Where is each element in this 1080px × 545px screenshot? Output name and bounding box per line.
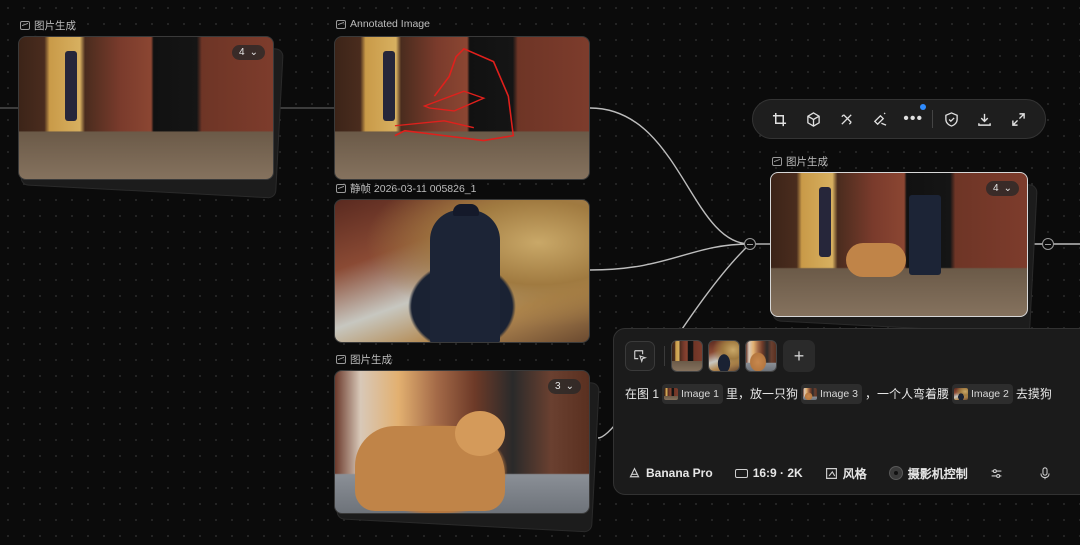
aspect-ratio-icon [734, 468, 748, 478]
reference-thumb-3[interactable] [745, 340, 777, 372]
officer-figure [909, 195, 941, 275]
settings-button[interactable] [990, 467, 1003, 480]
camera-control-selector[interactable]: 摄影机控制 [888, 465, 968, 482]
prompt-panel: + 在图 1 Image 1 里，放一只狗 Image 3 ，一个人弯着腰 Im… [613, 328, 1080, 495]
notification-dot [919, 104, 926, 110]
output-image[interactable]: 4 ⌄ [770, 172, 1028, 317]
generated-image[interactable]: 3 ⌄ [334, 370, 590, 514]
reference-thumb-1[interactable] [671, 340, 703, 372]
chevron-down-icon: ⌄ [565, 381, 574, 392]
node-title-text: 静帧 2026-03-11 005826_1 [350, 183, 477, 195]
prompt-input[interactable]: 在图 1 Image 1 里，放一只狗 Image 3 ，一个人弯着腰 Imag… [625, 384, 1080, 404]
magic-eraser-icon[interactable] [863, 104, 896, 134]
select-area-button[interactable] [625, 341, 655, 371]
annotated-image[interactable] [334, 36, 590, 180]
voice-input-button[interactable] [1039, 466, 1051, 480]
node-title-text: Annotated Image [350, 18, 430, 30]
image-icon [772, 157, 782, 166]
officer-figure [430, 210, 500, 342]
generation-options-bar: Banana Pro 16:9 · 2K 风格 摄影机控制 [628, 463, 1080, 483]
prompt-text-part: 在图 1 [625, 387, 660, 401]
style-label: 风格 [842, 466, 867, 481]
cube-icon[interactable] [796, 104, 829, 134]
camera-label: 摄影机控制 [907, 466, 968, 481]
microphone-icon [1040, 466, 1050, 479]
merge-port[interactable] [744, 238, 756, 250]
chip-label: Image 2 [970, 388, 1009, 400]
style-selector[interactable]: 风格 [825, 465, 867, 482]
prompt-text-part: 里，放一只狗 [725, 387, 798, 401]
prompt-text-part: 去摸狗 [1015, 387, 1052, 401]
annotated-image-node[interactable]: Annotated Image [334, 18, 590, 180]
dog-head [455, 411, 505, 456]
aspect-ratio-value: 16:9 · 2K [752, 466, 803, 480]
style-icon [825, 467, 837, 479]
image-gen-node-output[interactable]: 图片生成 4 ⌄ [770, 156, 1038, 335]
select-icon [634, 350, 647, 363]
chip-label: Image 3 [819, 388, 858, 400]
node-title: 图片生成 [20, 18, 76, 33]
node-title: 图片生成 [772, 154, 828, 169]
image-icon [336, 355, 346, 364]
image-gen-node-left[interactable]: 图片生成 4 ⌄ [18, 20, 284, 199]
wire-still-to-merge [589, 243, 751, 271]
prompt-text-part: ，一个人弯着腰 [864, 387, 949, 401]
image-toolbar: ••• [752, 99, 1046, 139]
camera-icon [888, 466, 903, 480]
image-gen-node-dog[interactable]: 图片生成 3 ⌄ [334, 354, 600, 533]
chip-label: Image 1 [681, 388, 719, 400]
person-figure [819, 187, 831, 257]
output-port[interactable] [1042, 238, 1054, 250]
chip-thumb [802, 388, 817, 400]
expand-icon[interactable] [1002, 104, 1035, 134]
node-title-text: 图片生成 [350, 354, 392, 366]
node-title-text: 图片生成 [34, 20, 76, 32]
reference-thumb-2[interactable] [708, 340, 740, 372]
download-icon[interactable] [968, 104, 1001, 134]
model-icon [629, 466, 640, 477]
red-annotation-marks [394, 47, 515, 142]
variant-count-badge[interactable]: 3 ⌄ [548, 379, 581, 394]
toolbar-divider [931, 110, 933, 128]
more-icon[interactable]: ••• [897, 104, 930, 134]
variant-count-badge[interactable]: 4 ⌄ [232, 45, 265, 60]
divider [664, 346, 665, 366]
image-reference-chip-2[interactable]: Image 2 [951, 384, 1013, 404]
aspect-ratio-selector[interactable]: 16:9 · 2K [734, 466, 803, 480]
crop-icon[interactable] [763, 104, 796, 134]
node-title: 图片生成 [336, 352, 392, 367]
image-icon [20, 21, 30, 30]
wire-annotated-to-merge [589, 107, 751, 245]
variant-count-badge[interactable]: 4 ⌄ [986, 181, 1019, 196]
still-frame-node[interactable]: 静帧 2026-03-11 005826_1 [334, 183, 590, 343]
model-selector[interactable]: Banana Pro [628, 466, 713, 480]
node-canvas[interactable]: 图片生成 4 ⌄ Annotated Image 静帧 2026-03-11 0… [0, 0, 1080, 545]
image-reference-chip-3[interactable]: Image 3 [800, 384, 862, 404]
model-name: Banana Pro [646, 466, 713, 480]
add-reference-button[interactable]: + [783, 340, 815, 372]
person-figure [65, 51, 77, 121]
still-frame-image[interactable] [334, 199, 590, 343]
plus-icon: + [793, 345, 805, 366]
node-title: Annotated Image [336, 18, 430, 30]
image-reference-chip-1[interactable]: Image 1 [662, 384, 723, 404]
shield-icon[interactable] [935, 104, 968, 134]
sliders-icon [991, 468, 1002, 478]
variant-count: 4 [239, 47, 245, 58]
eraser-icon[interactable] [830, 104, 863, 134]
node-title: 静帧 2026-03-11 005826_1 [336, 181, 476, 196]
node-title-text: 图片生成 [786, 156, 828, 168]
image-icon [336, 184, 346, 193]
variant-count: 4 [993, 183, 999, 194]
chip-thumb [953, 388, 968, 400]
chevron-down-icon: ⌄ [249, 47, 258, 58]
image-icon [336, 19, 346, 29]
dog-figure [846, 243, 906, 277]
generated-image[interactable]: 4 ⌄ [18, 36, 274, 180]
officer-cap [453, 204, 479, 216]
variant-count: 3 [555, 381, 561, 392]
chip-thumb [664, 388, 679, 400]
chevron-down-icon: ⌄ [1003, 183, 1012, 194]
